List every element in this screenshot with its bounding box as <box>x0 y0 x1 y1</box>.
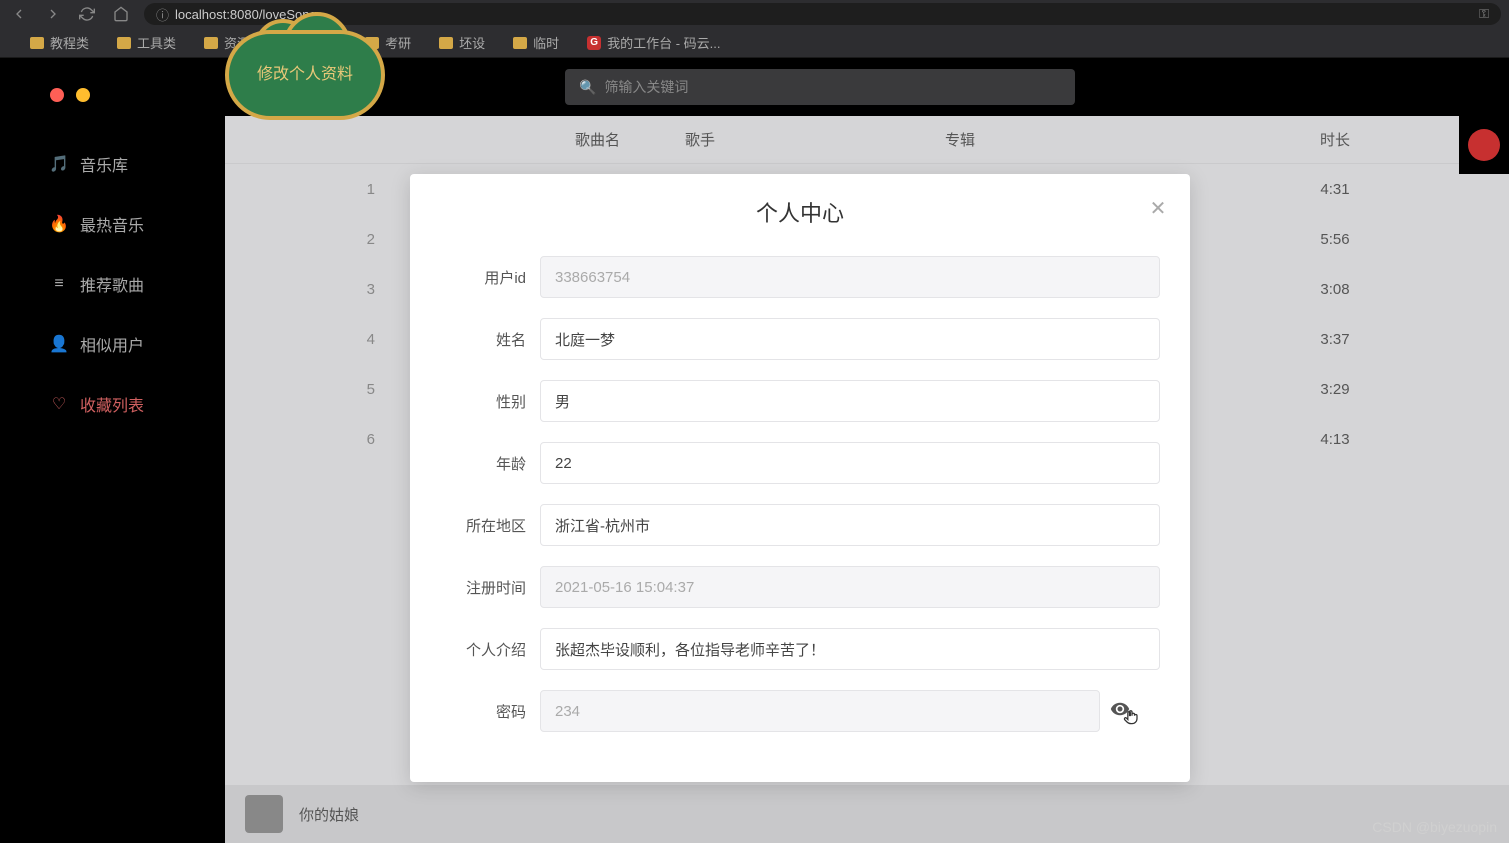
left-margin <box>0 58 22 843</box>
search-icon: 🔍 <box>579 79 596 96</box>
top-bar: 🔍 筛输入关键词 <box>225 58 1509 116</box>
form-row-userid: 用户id <box>410 256 1190 298</box>
input-gender[interactable] <box>540 380 1160 422</box>
gitee-icon: G <box>587 36 601 50</box>
label-password: 密码 <box>440 701 540 722</box>
form-row-region: 所在地区 <box>410 504 1190 546</box>
input-password[interactable] <box>540 690 1100 732</box>
home-button[interactable] <box>110 3 132 25</box>
sidebar-item-recommend[interactable]: ≡推荐歌曲 <box>22 260 225 308</box>
cursor-hand-icon <box>1122 707 1142 727</box>
fire-icon: 🔥 <box>50 215 68 233</box>
form-row-gender: 性别 <box>410 380 1190 422</box>
song-avatar[interactable] <box>245 795 283 833</box>
browser-nav-bar: ⓘ localhost:8080/loveSong ⚿ <box>0 0 1509 28</box>
now-playing-title: 你的姑娘 <box>299 804 359 825</box>
url-bar[interactable]: ⓘ localhost:8080/loveSong ⚿ <box>144 3 1501 25</box>
close-light[interactable] <box>50 88 64 102</box>
form-row-name: 姓名 <box>410 318 1190 360</box>
list-icon: ≡ <box>50 275 68 293</box>
chalkboard-text: 修改个人资料 <box>225 30 385 120</box>
minimize-light[interactable] <box>76 88 90 102</box>
chalkboard-badge: 修改个人资料 <box>225 30 385 120</box>
input-name[interactable] <box>540 318 1160 360</box>
forward-button[interactable] <box>42 3 64 25</box>
toggle-password-visibility[interactable] <box>1110 699 1130 724</box>
user-avatar-button[interactable] <box>1468 129 1500 161</box>
traffic-lights <box>22 88 225 102</box>
header-song: 歌曲名 <box>405 129 685 150</box>
bookmark-item[interactable]: 工具类 <box>117 33 176 52</box>
sidebar-item-favorites[interactable]: ♡收藏列表 <box>22 380 225 428</box>
input-bio[interactable] <box>540 628 1160 670</box>
search-placeholder: 筛输入关键词 <box>604 77 688 97</box>
input-userid <box>540 256 1160 298</box>
profile-modal: 个人中心 ✕ 用户id 姓名 性别 年龄 所在地区 注册时间 个人介绍 密码 <box>410 174 1190 782</box>
sidebar-item-library[interactable]: 🎵音乐库 <box>22 140 225 188</box>
user-icon: 👤 <box>50 335 68 353</box>
modal-title: 个人中心 ✕ <box>410 174 1190 256</box>
heart-icon: ♡ <box>50 395 68 413</box>
label-bio: 个人介绍 <box>440 639 540 660</box>
bookmark-item[interactable]: G我的工作台 - 码云... <box>587 33 720 52</box>
sidebar-item-similar[interactable]: 👤相似用户 <box>22 320 225 368</box>
bookmark-item[interactable]: 临时 <box>513 33 559 52</box>
reload-button[interactable] <box>76 3 98 25</box>
label-gender: 性别 <box>440 391 540 412</box>
folder-icon <box>513 37 527 49</box>
label-name: 姓名 <box>440 329 540 350</box>
sidebar: 🎵音乐库 🔥最热音乐 ≡推荐歌曲 👤相似用户 ♡收藏列表 <box>22 58 225 843</box>
folder-icon <box>30 37 44 49</box>
folder-icon <box>439 37 453 49</box>
label-region: 所在地区 <box>440 515 540 536</box>
form-row-regtime: 注册时间 <box>410 566 1190 608</box>
music-icon: 🎵 <box>50 155 68 173</box>
input-region[interactable] <box>540 504 1160 546</box>
bookmark-item[interactable]: 教程类 <box>30 33 89 52</box>
key-icon[interactable]: ⚿ <box>1479 6 1489 22</box>
header-album: 专辑 <box>945 129 1275 150</box>
form-row-bio: 个人介绍 <box>410 628 1190 670</box>
label-regtime: 注册时间 <box>440 577 540 598</box>
form-row-age: 年龄 <box>410 442 1190 484</box>
bookmark-item[interactable]: 坯设 <box>439 33 485 52</box>
player-bar: 你的姑娘 <box>225 785 1509 843</box>
close-icon[interactable]: ✕ <box>1146 196 1170 220</box>
label-age: 年龄 <box>440 453 540 474</box>
header-duration: 时长 <box>1275 129 1395 150</box>
back-button[interactable] <box>8 3 30 25</box>
sidebar-item-hot[interactable]: 🔥最热音乐 <box>22 200 225 248</box>
watermark: CSDN @biyezuopin <box>1372 819 1497 835</box>
input-age[interactable] <box>540 442 1160 484</box>
search-input[interactable]: 🔍 筛输入关键词 <box>565 69 1075 105</box>
table-header: 歌曲名 歌手 专辑 时长 <box>225 116 1509 164</box>
form-row-password: 密码 <box>410 690 1190 732</box>
folder-icon <box>117 37 131 49</box>
header-artist: 歌手 <box>685 129 945 150</box>
input-regtime <box>540 566 1160 608</box>
label-userid: 用户id <box>440 267 540 288</box>
user-menu-area <box>1459 116 1509 174</box>
info-icon: ⓘ <box>156 5 169 24</box>
folder-icon <box>204 37 218 49</box>
